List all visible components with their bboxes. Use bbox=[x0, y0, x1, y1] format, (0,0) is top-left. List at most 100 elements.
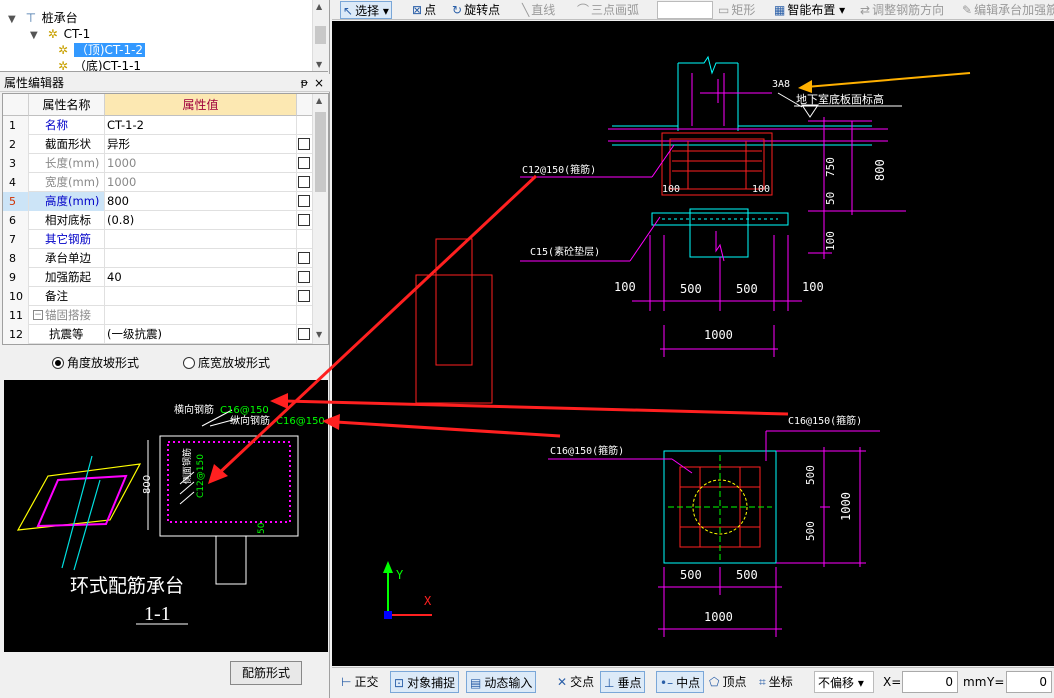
radio-angle-slope[interactable]: 角度放坡形式 bbox=[52, 355, 139, 371]
row-value[interactable] bbox=[105, 230, 297, 249]
tree-node-next[interactable]: ✲ （底)CT-1-1 bbox=[56, 58, 141, 71]
row-value[interactable] bbox=[105, 306, 297, 325]
row-checkbox[interactable] bbox=[298, 214, 310, 226]
coordinate-snap[interactable]: ⌗ 坐标 bbox=[756, 671, 796, 693]
scroll-up-icon[interactable]: ▲ bbox=[316, 2, 322, 11]
point-button[interactable]: ⊠ 点 bbox=[412, 1, 436, 19]
table-row[interactable]: 6 相对底标 (0.8) bbox=[3, 211, 313, 230]
tree-scrollbar[interactable]: ▲ ▼ bbox=[312, 0, 328, 71]
pin-icon[interactable]: ᵽ bbox=[301, 74, 308, 92]
table-row[interactable]: 3 长度(mm) 1000 bbox=[3, 154, 313, 173]
midpoint-snap[interactable]: •– 中点 bbox=[656, 671, 705, 693]
row-checkbox[interactable] bbox=[298, 252, 310, 264]
y-label: Y= bbox=[987, 675, 1005, 689]
row-value[interactable]: CT-1-2 bbox=[105, 116, 297, 135]
preview-section-label: 1-1 bbox=[144, 603, 171, 625]
rotate-point-button[interactable]: ↻ 旋转点 bbox=[452, 1, 500, 19]
table-row[interactable]: 2 截面形状 异形 bbox=[3, 135, 313, 154]
arc-label: 三点画弧 bbox=[591, 3, 640, 17]
row-checkbox[interactable] bbox=[298, 138, 310, 150]
row-value[interactable]: 异形 bbox=[105, 135, 297, 154]
row-value[interactable]: 800 bbox=[105, 192, 297, 211]
row-name: 相对底标 bbox=[29, 211, 105, 230]
row-value[interactable]: (一级抗震) bbox=[105, 325, 297, 344]
collapse-arrow-icon[interactable]: ▼ bbox=[30, 28, 42, 44]
cad-dim-100-right: 100 bbox=[802, 280, 824, 294]
row-check-cell bbox=[297, 192, 313, 211]
adjust-rebar-direction-button[interactable]: ⇄ 调整钢筋方向 bbox=[860, 1, 944, 19]
arc-button[interactable]: ⌒ 三点画弧 bbox=[577, 1, 639, 19]
table-row[interactable]: 8 承台单边 bbox=[3, 249, 313, 268]
table-row[interactable]: 10 备注 bbox=[3, 287, 313, 306]
select-button[interactable]: ↖ 选择 ▾ bbox=[340, 1, 392, 19]
cad-leader bbox=[651, 144, 675, 178]
object-snap-toggle[interactable]: ⊡ 对象捕捉 bbox=[390, 671, 460, 693]
grid-header-value: 属性值 bbox=[105, 94, 297, 116]
table-row[interactable]: 4 宽度(mm) 1000 bbox=[3, 173, 313, 192]
ortho-toggle[interactable]: ⊢ 正交 bbox=[338, 671, 381, 693]
vertex-snap[interactable]: ⬠ 顶点 bbox=[706, 671, 749, 693]
row-checkbox[interactable] bbox=[298, 195, 310, 207]
row-checkbox[interactable] bbox=[298, 157, 310, 169]
collapse-group-icon[interactable]: − bbox=[33, 310, 43, 320]
rebar-form-button[interactable]: 配筋形式 bbox=[230, 661, 302, 685]
cad-dim-800: 800 bbox=[873, 159, 887, 181]
rect-button[interactable]: ▭ 矩形 bbox=[718, 1, 755, 19]
row-value[interactable]: 1000 bbox=[105, 154, 297, 173]
adjust-label: 调整钢筋方向 bbox=[872, 3, 945, 17]
component-tree: ▼ ⊤ 桩承台 ▼ ✲ CT-1 ✲ （顶)CT-1-2 ✲ （底)CT-1-1… bbox=[0, 0, 328, 72]
table-row[interactable]: 9 加强筋起 40 bbox=[3, 268, 313, 287]
row-check-cell bbox=[297, 306, 313, 325]
collapse-arrow-icon[interactable]: ▼ bbox=[8, 12, 20, 28]
perpendicular-snap[interactable]: ⊥ 垂点 bbox=[600, 671, 646, 693]
snap-icon: ⊡ bbox=[394, 676, 405, 690]
row-checkbox[interactable] bbox=[298, 176, 310, 188]
tree-node-root[interactable]: ▼ ⊤ 桩承台 bbox=[8, 10, 78, 26]
cad-canvas[interactable]: 3A8 地下室底板面标高 C12@150(箍筋) C15(素砼垫层) 100 1… bbox=[332, 21, 1054, 666]
preview-label-v: 纵向钢筋 bbox=[230, 414, 270, 427]
scroll-thumb[interactable] bbox=[315, 112, 326, 192]
table-row-selected[interactable]: 5 高度(mm) 800 bbox=[3, 192, 313, 211]
scroll-thumb[interactable] bbox=[315, 26, 326, 44]
row-name: − 锚固搭接 bbox=[29, 306, 105, 325]
table-row[interactable]: 12 抗震等 (一级抗震) bbox=[3, 325, 313, 344]
line-button[interactable]: ╲ 直线 bbox=[522, 1, 555, 19]
ortho-label: 正交 bbox=[354, 675, 379, 689]
row-value[interactable] bbox=[105, 249, 297, 268]
x-coordinate-input[interactable]: 0 bbox=[902, 671, 958, 693]
adjust-icon: ⇄ bbox=[860, 3, 871, 17]
arc-dropdown[interactable] bbox=[657, 1, 713, 19]
offset-dropdown[interactable]: 不偏移 ▾ bbox=[814, 671, 874, 693]
row-number: 10 bbox=[3, 287, 29, 306]
y-coordinate-input[interactable]: 0 bbox=[1006, 671, 1052, 693]
row-checkbox[interactable] bbox=[298, 290, 310, 302]
table-row[interactable]: 11 − 锚固搭接 bbox=[3, 306, 313, 325]
property-editor-title-bar: 属性编辑器 ᵽ × bbox=[0, 74, 330, 92]
row-check-cell bbox=[297, 211, 313, 230]
edit-reinforcement-button[interactable]: ✎ 编辑承台加强筋 bbox=[962, 1, 1054, 19]
scroll-down-icon[interactable]: ▼ bbox=[316, 330, 322, 339]
row-value[interactable]: 40 bbox=[105, 268, 297, 287]
intersection-snap[interactable]: ✕ 交点 bbox=[554, 671, 597, 693]
table-row[interactable]: 1 名称 CT-1-2 bbox=[3, 116, 313, 135]
row-value[interactable] bbox=[105, 287, 297, 306]
scroll-down-icon[interactable]: ▼ bbox=[316, 60, 322, 69]
smart-layout-button[interactable]: ▦ 智能布置 ▾ bbox=[774, 1, 845, 19]
row-checkbox[interactable] bbox=[298, 328, 310, 340]
dynamic-input-toggle[interactable]: ▤ 动态输入 bbox=[466, 671, 537, 693]
tree-node-ct1[interactable]: ▼ ✲ CT-1 bbox=[30, 26, 90, 42]
radio-bottom-width-slope[interactable]: 底宽放坡形式 bbox=[183, 355, 270, 371]
grid-scrollbar[interactable]: ▲ ▼ bbox=[312, 94, 328, 344]
radio-dot[interactable] bbox=[183, 357, 195, 369]
scroll-up-icon[interactable]: ▲ bbox=[316, 96, 322, 105]
dyn-label: 动态输入 bbox=[484, 676, 533, 690]
close-icon[interactable]: × bbox=[314, 74, 324, 92]
coordinate-icon: ⌗ bbox=[759, 675, 766, 689]
row-value[interactable]: 1000 bbox=[105, 173, 297, 192]
ucs-y-label: Y bbox=[396, 568, 404, 582]
radio-dot-checked[interactable] bbox=[52, 357, 64, 369]
row-value[interactable]: (0.8) bbox=[105, 211, 297, 230]
row-checkbox[interactable] bbox=[298, 271, 310, 283]
table-row[interactable]: 7 其它钢筋 bbox=[3, 230, 313, 249]
tree-node-selected[interactable]: ✲ （顶)CT-1-2 bbox=[56, 42, 146, 58]
